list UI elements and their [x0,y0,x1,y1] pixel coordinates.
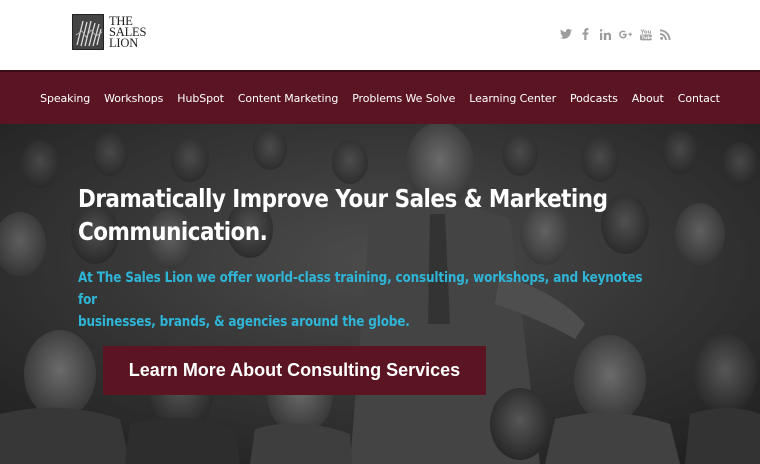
nav-item-hubspot[interactable]: HubSpot [170,92,231,105]
rss-icon[interactable] [659,27,672,41]
site-logo[interactable]: THE SALES LION [72,14,146,50]
hero-subtitle-line-1: At The Sales Lion we offer world-class t… [78,270,643,308]
google-plus-icon[interactable] [619,27,632,41]
hero-subtitle-line-2: businesses, brands, & agencies around th… [78,314,410,330]
nav-item-podcasts[interactable]: Podcasts [563,92,625,105]
hero-subtitle: At The Sales Lion we offer world-class t… [78,267,659,333]
social-links: YouTube [559,27,672,41]
lion-logo-icon [72,14,104,50]
hero-title-line-2: Communication. [78,217,268,246]
nav-item-workshops[interactable]: Workshops [97,92,170,105]
learn-more-consulting-button[interactable]: Learn More About Consulting Services [103,346,486,395]
svg-text:You: You [640,29,652,35]
twitter-icon[interactable] [559,27,572,41]
hero-title: Dramatically Improve Your Sales & Market… [78,182,637,248]
youtube-icon[interactable]: YouTube [639,27,652,41]
main-nav: Speaking Workshops HubSpot Content Marke… [0,70,760,124]
linkedin-icon[interactable] [599,27,612,41]
site-header: THE SALES LION YouTube [0,0,760,70]
facebook-icon[interactable] [579,27,592,41]
hero-section: Dramatically Improve Your Sales & Market… [0,124,760,464]
svg-text:Tube: Tube [641,35,652,41]
nav-item-about[interactable]: About [625,92,671,105]
nav-item-problems-we-solve[interactable]: Problems We Solve [345,92,462,105]
nav-list: Speaking Workshops HubSpot Content Marke… [33,92,727,105]
nav-item-learning-center[interactable]: Learning Center [462,92,563,105]
logo-wordmark: THE SALES LION [109,14,146,50]
nav-item-content-marketing[interactable]: Content Marketing [231,92,345,105]
nav-item-speaking[interactable]: Speaking [33,92,97,105]
hero-title-line-1: Dramatically Improve Your Sales & Market… [78,184,608,213]
logo-line-3: LION [109,35,139,50]
nav-item-contact[interactable]: Contact [671,92,727,105]
